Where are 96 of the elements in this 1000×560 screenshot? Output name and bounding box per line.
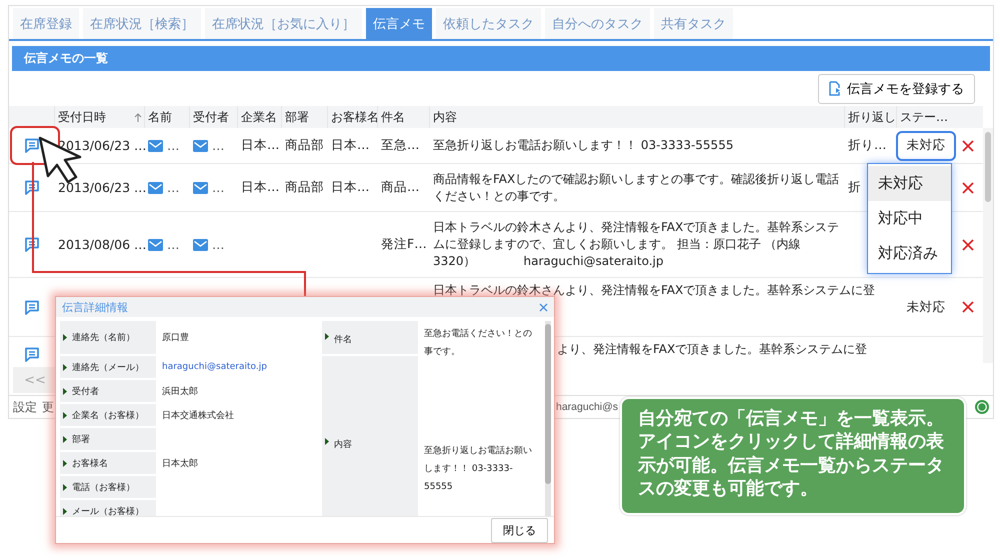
mail-icon[interactable] <box>148 238 163 250</box>
column-header[interactable]: 企業名 <box>241 108 277 126</box>
email-link[interactable]: haraguchi@sateraito.jp <box>162 362 267 372</box>
column-header[interactable]: 折り返し <box>848 108 896 126</box>
document-icon <box>829 81 841 96</box>
table-cell: 2013/08/06 … <box>58 237 147 252</box>
column-header[interactable]: 名前 <box>148 108 172 126</box>
field-value: 浜田太郎 <box>162 386 198 398</box>
bullet-icon <box>63 484 67 490</box>
column-header[interactable]: 受付者 <box>193 108 229 126</box>
message-icon[interactable] <box>24 300 40 314</box>
delete-icon[interactable] <box>962 301 974 313</box>
field-label: 部署 <box>72 434 90 446</box>
close-icon[interactable] <box>539 302 548 312</box>
table-cell: … <box>167 138 180 153</box>
field-label: 連絡先（メール） <box>72 362 144 374</box>
account-email: haraguchi@s <box>556 401 618 413</box>
field-label: お客様名 <box>72 458 108 470</box>
delete-icon[interactable] <box>962 140 974 152</box>
table-cell: 折り… <box>848 137 886 154</box>
table-cell: 日本… <box>331 137 370 154</box>
table-cell: 商品情報をFAXしたので確認お願いしますとの事です。確認後折り返し電話ください！との事です。 <box>433 170 840 204</box>
status-option[interactable]: 対応済み <box>868 236 951 271</box>
mail-icon[interactable] <box>193 140 208 152</box>
message-icon[interactable] <box>24 237 40 252</box>
message-icon[interactable] <box>24 180 40 195</box>
delete-icon[interactable] <box>962 182 974 194</box>
scrollbar[interactable] <box>983 128 993 363</box>
column-header[interactable]: お客様名 <box>331 108 379 126</box>
table-cell: 日本トラベルの鈴木さんより、発注情報をFAXで頂きました。基幹系システムに登 <box>433 282 876 299</box>
field-label: 企業名（お客様） <box>72 410 144 422</box>
field-value: 至急お電話ください！との事です。 <box>424 328 533 359</box>
dialog-title: 伝言詳細情報 <box>62 300 128 314</box>
bullet-icon <box>63 460 67 466</box>
field-label: 内容 <box>334 438 352 451</box>
table-cell: 日本… <box>241 137 280 154</box>
field-label: メール（お客様） <box>72 506 144 516</box>
message-icon[interactable] <box>24 347 40 362</box>
column-header[interactable]: 内容 <box>433 108 457 126</box>
field-label: 受付者 <box>72 386 99 398</box>
bullet-icon <box>63 364 67 370</box>
sort-arrow-icon[interactable] <box>134 113 142 122</box>
column-header[interactable]: 部署 <box>285 108 309 126</box>
table-cell: 未対応 <box>906 298 946 316</box>
field-value: 日本太郎 <box>162 458 198 470</box>
mail-icon[interactable] <box>193 182 208 194</box>
table-cell: … <box>167 180 180 195</box>
status-option[interactable]: 対応中 <box>868 201 951 236</box>
mail-icon[interactable] <box>193 238 208 250</box>
column-header[interactable]: 件名 <box>381 108 405 126</box>
field-label: 件名 <box>334 334 352 346</box>
delete-icon[interactable] <box>962 238 974 250</box>
hint-callout: 自分宛ての「伝言メモ」を一覧表示。アイコンをクリックして詳細情報の表示が可能。伝言メモ一覧からステータスの変更も可能です。 <box>620 397 966 515</box>
mail-icon[interactable] <box>148 182 163 194</box>
status-icon[interactable] <box>975 400 989 414</box>
table-cell: 発注F… <box>381 236 427 253</box>
bullet-icon <box>63 334 67 341</box>
table-cell: 日本… <box>331 179 370 196</box>
bullet-icon <box>63 412 67 418</box>
close-button[interactable]: 閉じる <box>491 518 548 542</box>
table-cell: … <box>212 138 224 153</box>
table-cell: 商品部 <box>285 137 324 154</box>
table-cell: 日本トラベルの鈴木さんより、発注情報をFAXで頂きました。基幹系システムに登録しますので、宜しくお願いします。 担当：原口花子 （内線3320） haraguchi@sateraito.jp <box>433 219 840 270</box>
register-button[interactable]: 伝言メモを登録する <box>818 74 975 104</box>
field-label: 連絡先（名前） <box>72 332 135 344</box>
table-cell: 至急折り返しお電話お願いします！！ 03-3333-55555 <box>433 137 734 154</box>
column-header[interactable]: 受付日時 <box>58 108 106 126</box>
table-cell: 日本… <box>241 179 280 196</box>
table-cell: 至急… <box>381 137 420 154</box>
table-cell: … <box>212 180 224 195</box>
field-label: 電話（お客様） <box>72 482 135 494</box>
message-icon[interactable] <box>24 138 40 153</box>
field-value: 至急折り返しお電話お願いします！！ 03-3333-55555 <box>424 444 533 494</box>
table-cell: 2013/06/23 … <box>58 180 147 195</box>
bullet-icon <box>63 436 67 442</box>
field-value: 原口豊 <box>162 332 189 344</box>
panel-header: 伝言メモの一覧 <box>12 46 990 71</box>
status-option[interactable]: 未対応 <box>868 166 951 201</box>
bullet-icon <box>325 333 329 340</box>
table-cell: 折 <box>848 179 861 196</box>
status-select[interactable]: 未対応 <box>896 130 956 160</box>
bullet-icon <box>63 508 67 514</box>
scrollbar[interactable] <box>545 321 551 516</box>
bullet-icon <box>63 388 67 394</box>
table-cell: より、発注情報をFAXで頂きました。基幹系システムに登 <box>557 341 868 358</box>
footer-link[interactable]: 更 <box>42 398 54 416</box>
table-cell: … <box>167 237 180 252</box>
table-cell: 2013/06/23 … <box>58 138 147 153</box>
field-value: 日本交通株式会社 <box>162 410 234 422</box>
footer-link[interactable]: 設定 <box>13 398 37 416</box>
bullet-icon <box>325 438 329 445</box>
mail-icon[interactable] <box>148 140 163 152</box>
table-cell: 商品… <box>381 179 420 196</box>
table-cell: 商品部 <box>285 179 324 196</box>
column-header[interactable]: ステー… <box>900 108 948 126</box>
table-cell: … <box>212 237 224 252</box>
